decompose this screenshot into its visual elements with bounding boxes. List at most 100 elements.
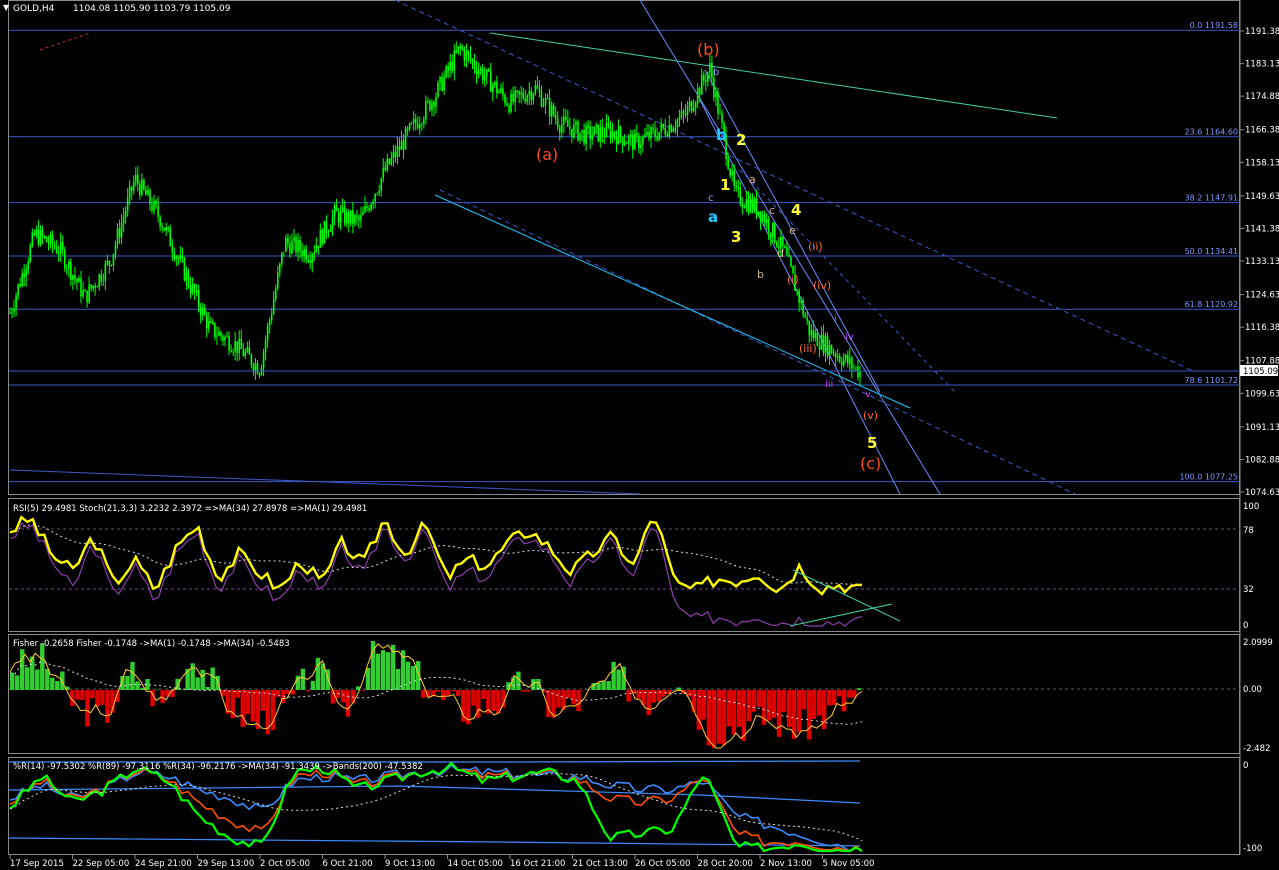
wave-label-4: 4 [791,201,801,219]
fisher-bar [521,690,526,692]
fisher-bar [250,690,255,722]
fisher-bar [516,671,521,691]
fisher-bar [25,667,30,691]
time-tick-label-0: 17 Sep 2015 [10,859,64,869]
fisher-bar [646,690,651,716]
wpr-slow-line [9,764,863,852]
fisher-panel[interactable] [8,634,1240,754]
fib-label-0: 0.0 1191.58 [1190,21,1238,30]
fisher-bar [571,690,576,705]
wave-roman-iii: (iii) [799,342,817,355]
fisher-bar [776,690,782,737]
ohlc-readout: 1104.08 1105.90 1103.79 1105.09 [73,4,231,14]
fisher-bar [451,690,456,692]
wpr-scale-minus100: -100 [1243,844,1262,854]
fisher-bar [436,690,441,692]
green-resistance-line [489,32,1058,119]
fisher-bar [511,677,516,691]
fisher-bar [360,690,366,691]
price-candles[interactable] [9,41,861,386]
wave-label-blue-b: b [716,126,727,144]
wave-label-a-paren: (a) [536,145,558,164]
fisher-bar [826,690,832,706]
fisher-bar [581,690,586,691]
price-tick-label-9: 1116.38 [1245,323,1279,333]
fisher-bar [380,650,386,691]
price-tick-label-4: 1158.13 [1245,158,1279,168]
fisher-bar [701,690,707,720]
wave-purple-i2: i [818,334,821,345]
fisher-bar [155,689,160,691]
fisher-bar [456,690,461,697]
fisher-bar [395,668,401,691]
time-tick-label-6: 9 Oct 13:00 [385,859,435,869]
fib-label-2: 38.2 1147.91 [1185,194,1238,203]
wave-label-5: 5 [867,434,877,452]
fisher-bar [676,687,681,691]
wpr-scale-0: 0 [1243,761,1248,771]
fisher-bar [616,669,621,691]
main-price-panel[interactable] [8,0,1240,495]
fisher-bar [90,690,95,699]
fisher-bar [741,690,747,741]
fisher-scale-bottom: -2.482 [1243,744,1270,754]
wave-label-b-paren: (b) [697,40,720,59]
fisher-bar [105,690,110,723]
fisher-histogram [10,641,862,748]
rsi-panel-content: RSI(5) 29.4981 Stoch(21,3,3) 3.2232 2.39… [9,502,1259,631]
fisher-panel-title: Fisher -0.2658 Fisher -0.1748 ->MA(1) -0… [13,639,290,649]
stoch-line [9,522,863,627]
fisher-bar [410,666,416,691]
time-tick-label-2: 24 Sep 21:00 [135,859,192,869]
fisher-bar [15,675,20,691]
fisher-bar [841,690,847,712]
fisher-bar [245,690,250,715]
wave-roman-i: (i) [787,273,799,286]
fisher-bar [55,680,60,691]
current-price-label: 1105.09 [1243,367,1278,377]
wave-label-c-paren: (c) [860,454,881,473]
fisher-bar [471,690,476,706]
fisher-bar [601,681,606,691]
fisher-bar [836,690,842,697]
fisher-bar [856,688,862,691]
fisher-bar [205,686,210,691]
fisher-bar [100,690,105,706]
fisher-bar [75,690,80,700]
fibonacci-labels: 0.0 1191.58 23.6 1164.60 38.2 1147.91 50.0 … [1179,21,1238,481]
fisher-bar [481,690,486,699]
cyan-channel-line [434,194,911,409]
header-dropdown-icon[interactable]: ▼ [3,3,10,12]
rsi-stoch-panel[interactable] [8,498,1240,632]
time-tick-label-11: 28 Oct 20:00 [698,859,753,869]
fisher-bar [315,657,321,691]
price-tick-label-12: 1091.13 [1245,423,1279,433]
price-tick-label-13: 1082.88 [1245,455,1279,465]
time-tick-label-1: 22 Sep 05:00 [73,859,130,869]
fisher-bar [310,680,316,691]
wpr-panel-content: %R(14) -97.5302 %R(89) -97.3116 %R(34) -… [8,760,1262,854]
fisher-bar [766,690,772,721]
rsi-scale-78: 78 [1243,526,1254,536]
wave-label-3: 3 [731,228,741,246]
fisher-bar [566,690,571,699]
fisher-bar [135,681,140,691]
fisher-bar [731,690,737,735]
fisher-bar [491,690,496,711]
fisher-bar [400,650,406,691]
time-tick-label-4: 2 Oct 05:00 [260,859,310,869]
time-tick-label-12: 2 Nov 13:00 [760,859,812,869]
fisher-bar [691,690,697,712]
fisher-scale-top: 2.0999 [1243,638,1273,648]
fisher-bar [45,668,50,691]
fisher-bar [441,690,446,700]
fisher-bar [636,690,641,699]
fisher-bar [831,690,837,706]
fisher-bar [20,649,25,691]
time-tick-label-13: 5 Nov 05:00 [823,859,875,869]
fisher-bar [811,690,817,719]
price-axis: 1191.38 1183.13 1174.88 1166.38 1158.13 1149.… [1240,27,1279,498]
fisher-bar [661,690,666,697]
wave-purple-i: i [834,314,837,325]
symbol-timeframe: GOLD,H4 [13,4,55,14]
